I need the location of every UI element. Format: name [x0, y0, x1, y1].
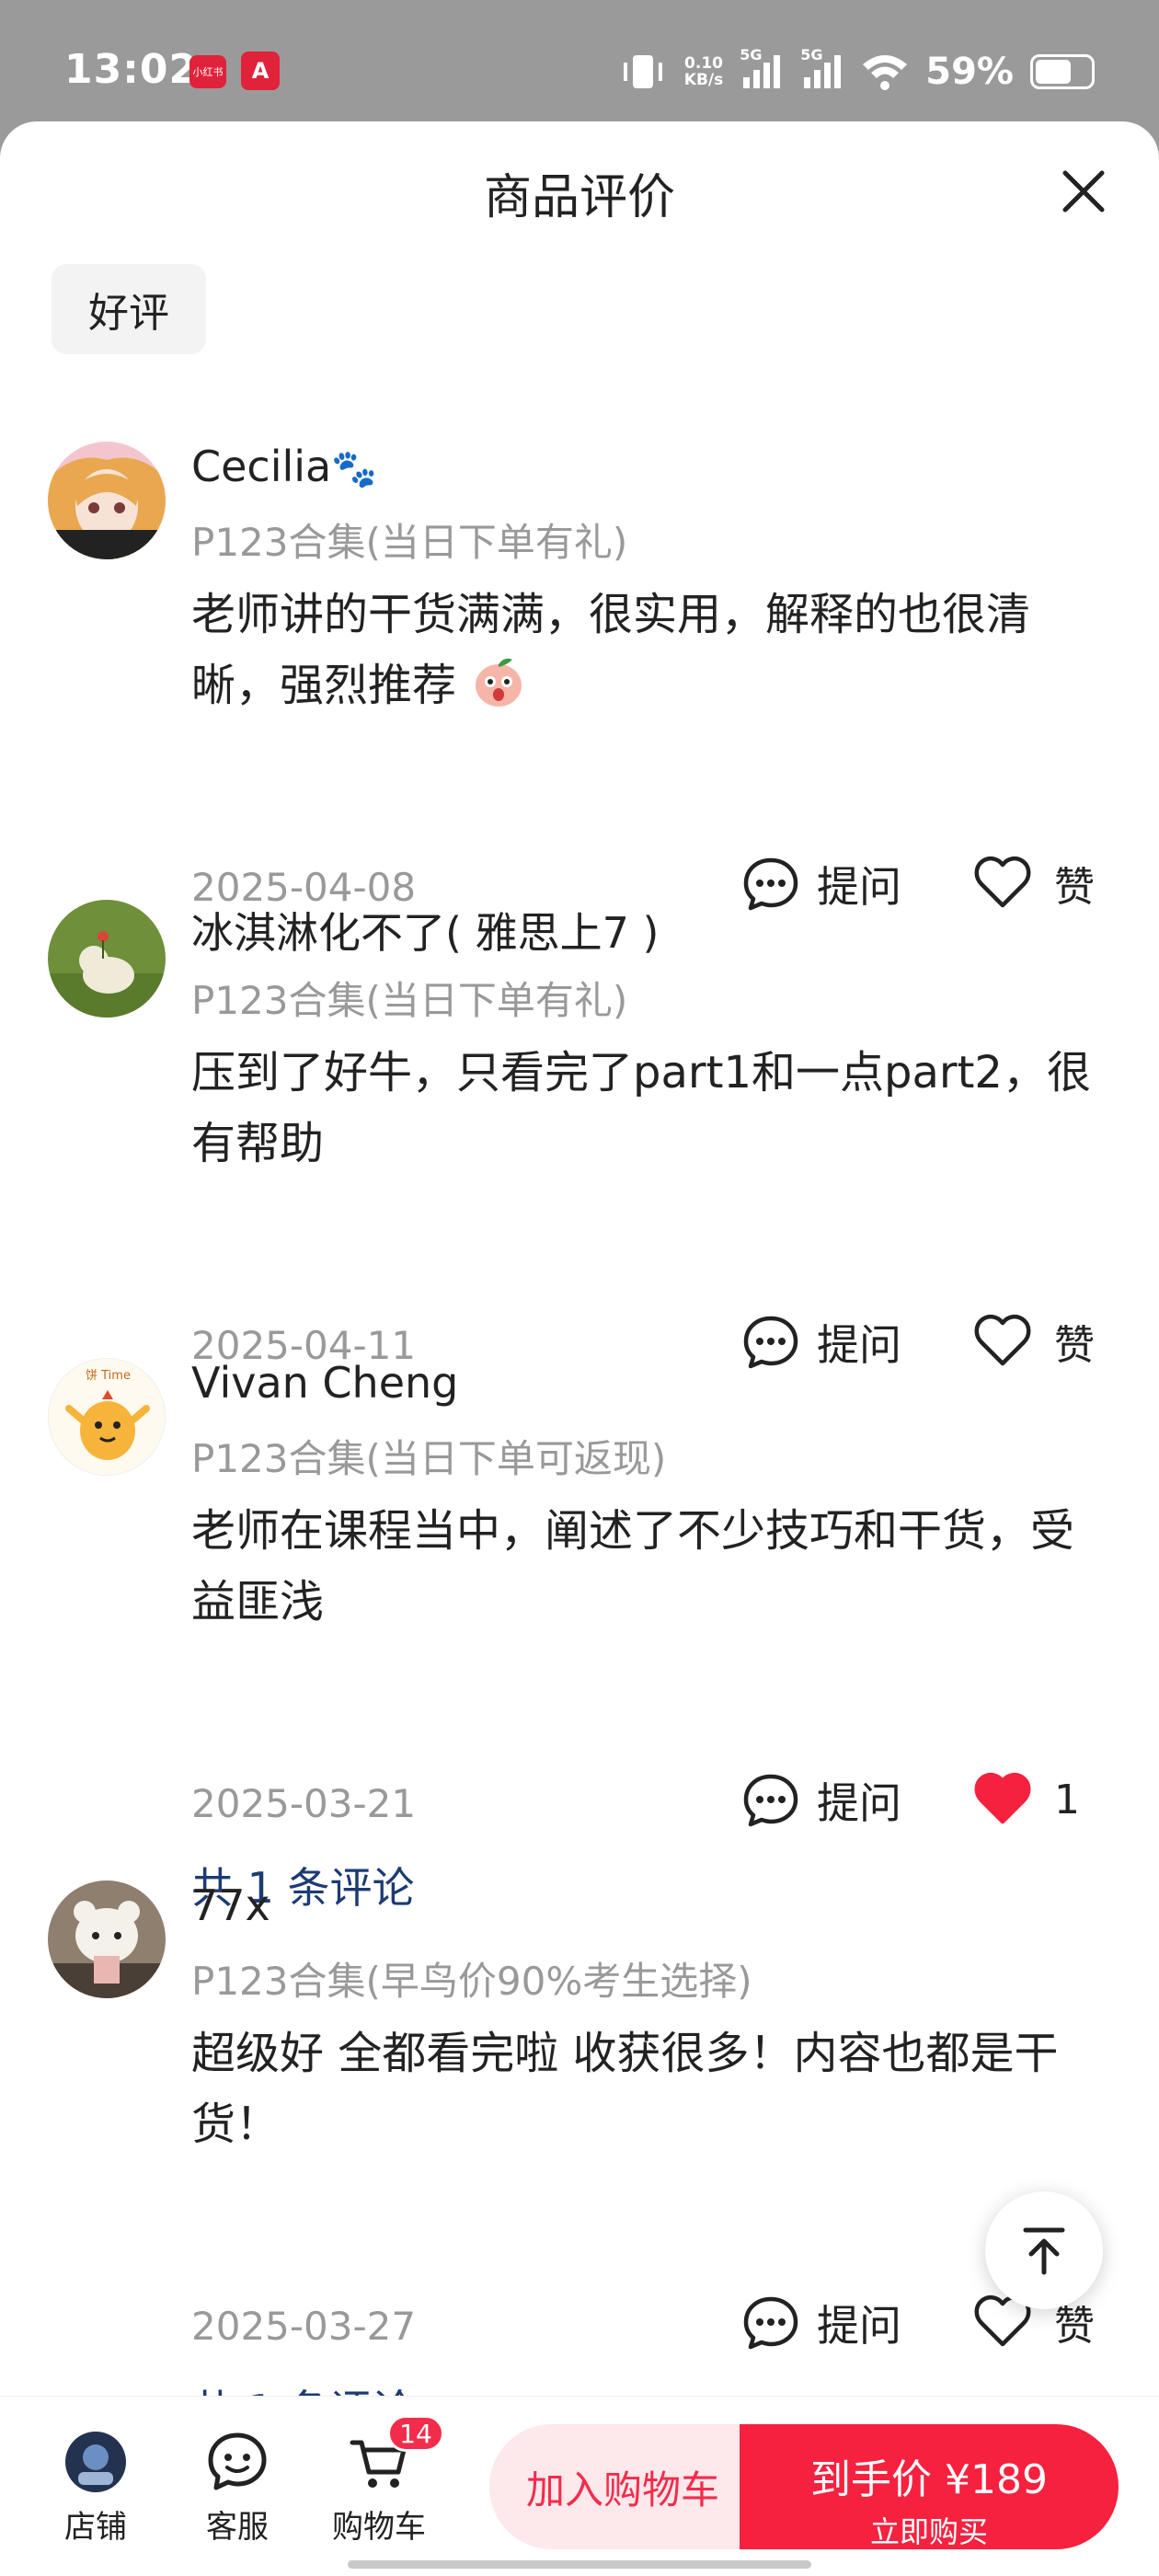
heart-filled-icon	[974, 1772, 1031, 1824]
app-notification-icon: A	[241, 52, 280, 90]
ask-button[interactable]: 提问	[741, 2293, 901, 2353]
cart-tab[interactable]: 14 购物车	[324, 2415, 444, 2547]
home-indicator[interactable]	[348, 2560, 811, 2569]
like-count: 1	[1054, 1776, 1080, 1823]
review-content: 老师在课程当中，阐述了不少技巧和干货，受益匪浅	[191, 1505, 1075, 1627]
heart-icon	[974, 1314, 1031, 1366]
review-variant: P123合集(当日下单有礼)	[191, 520, 628, 565]
ask-button[interactable]: 提问	[741, 854, 901, 914]
net-speed: 0.10 KB/s	[683, 54, 724, 89]
status-time: 13:02	[64, 46, 199, 93]
back-to-top-icon	[1023, 2227, 1065, 2275]
close-button[interactable]	[1056, 164, 1111, 219]
status-bar: 13:02 小红书 A 0.10 KB/s 5G 5G 59%	[0, 0, 1159, 129]
customer-service-tab[interactable]: 客服	[182, 2430, 293, 2547]
ask-button[interactable]: 提问	[741, 1770, 901, 1831]
like-button[interactable]: 赞	[973, 854, 1095, 913]
chat-bubble-icon	[743, 1774, 798, 1827]
signal-icon: 5G	[740, 46, 784, 94]
svg-text:饼 Time: 饼 Time	[86, 1369, 131, 1383]
ask-button[interactable]: 提问	[741, 1312, 901, 1373]
vibrate-icon	[623, 55, 662, 88]
status-indicators: 0.10 KB/s 5G 5G 59%	[618, 44, 1095, 99]
chat-bubble-icon	[743, 2296, 798, 2350]
review-date: 2025-03-27	[191, 2304, 417, 2349]
like-button[interactable]: 1	[973, 1770, 1080, 1829]
cart-badge: 14	[387, 2415, 444, 2452]
battery-icon	[1030, 54, 1095, 89]
buy-now-label: 立即购买	[869, 2514, 988, 2549]
battery-percent: 59%	[925, 51, 1014, 93]
cart-icon: 14	[347, 2415, 444, 2494]
reviews-sheet: 商品评价 好评 Cecilia🐾 P123合集(当日下单有礼) 老师讲的干货满满…	[0, 121, 1159, 2576]
xiaohongshu-app-icon: 小红书	[189, 55, 226, 88]
chat-bubble-icon	[743, 1316, 798, 1369]
customer-service-icon	[205, 2430, 270, 2494]
sheet-title: 商品评价	[483, 170, 675, 225]
review-username: Cecilia🐾	[191, 442, 378, 491]
review-date: 2025-03-21	[191, 1781, 417, 1826]
review-username: Vivan Cheng	[191, 1358, 459, 1408]
signal-icon-2: 5G	[800, 46, 844, 94]
bottom-action-bar: 店铺 客服 14 购物车 加入购物车 到手价 ¥189 立即购买	[0, 2396, 1159, 2576]
review-variant: P123合集(当日下单有礼)	[191, 978, 628, 1023]
heart-icon	[974, 856, 1031, 908]
peach-emoji-icon	[476, 658, 522, 707]
wifi-icon	[863, 55, 908, 90]
chat-bubble-icon	[743, 857, 798, 911]
avatar[interactable]	[48, 1880, 166, 1998]
review-content: 压到了好牛，只看完了part1和一点part2，很有帮助	[191, 1047, 1091, 1169]
buy-price: 到手价 ¥189	[810, 2456, 1048, 2503]
avatar[interactable]	[48, 442, 166, 559]
back-to-top-button[interactable]	[985, 2191, 1103, 2309]
buy-now-button[interactable]: 到手价 ¥189 立即购买	[740, 2424, 1119, 2549]
review-variant: P123合集(早鸟价90%考生选择)	[191, 1959, 752, 2004]
review-username: 冰淇淋化不了( 雅思上7 )	[191, 908, 660, 958]
avatar[interactable]	[48, 900, 166, 1018]
review-content: 老师讲的干货满满，很实用，解释的也很清晰，强烈推荐	[191, 589, 1031, 711]
store-icon	[63, 2430, 128, 2494]
filter-chip-positive[interactable]: 好评	[52, 264, 206, 354]
add-to-cart-button[interactable]: 加入购物车	[489, 2424, 756, 2549]
paw-emoji: 🐾	[331, 448, 378, 490]
review-variant: P123合集(当日下单可返现)	[191, 1436, 667, 1481]
review-username: 77x	[191, 1880, 270, 1930]
close-icon	[1062, 170, 1105, 213]
like-button[interactable]: 赞	[973, 1312, 1095, 1371]
review-content: 超级好 全都看完啦 收获很多！内容也都是干货！	[191, 2028, 1059, 2150]
avatar[interactable]: 饼 Time	[48, 1358, 166, 1476]
store-tab[interactable]: 店铺	[40, 2430, 151, 2547]
